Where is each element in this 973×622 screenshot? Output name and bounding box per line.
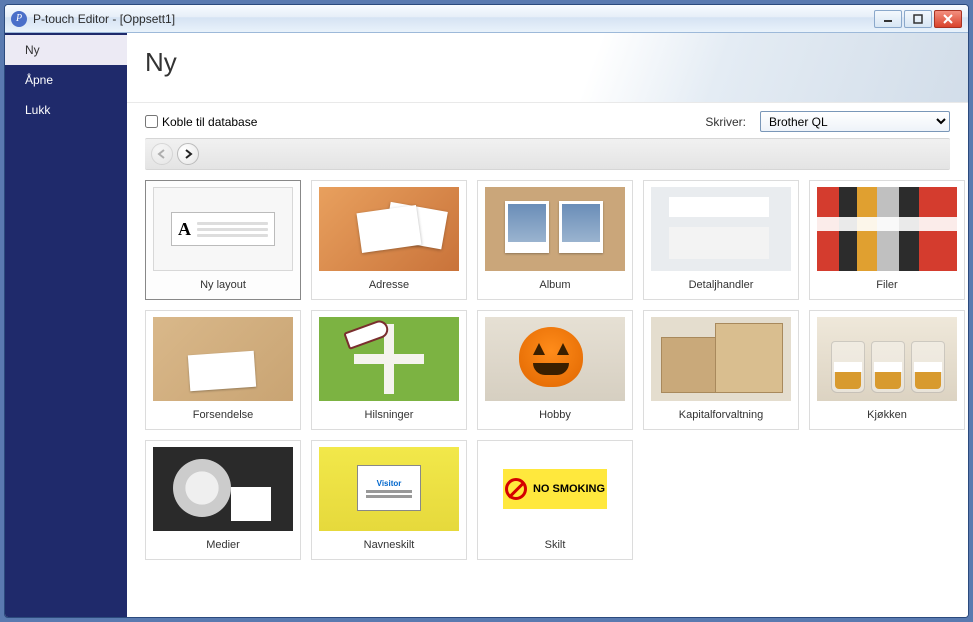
template-tile-hobby[interactable]: Hobby bbox=[477, 310, 633, 430]
template-tile-filer[interactable]: Filer bbox=[809, 180, 965, 300]
template-tile-medier[interactable]: Medier bbox=[145, 440, 301, 560]
maximize-button[interactable] bbox=[904, 10, 932, 28]
no-smoking-icon bbox=[505, 478, 527, 500]
window-title: P-touch Editor - [Oppsett1] bbox=[33, 12, 175, 26]
template-label: Forsendelse bbox=[193, 409, 254, 421]
template-label: Album bbox=[539, 279, 570, 291]
page-title: Ny bbox=[145, 47, 944, 78]
template-label: Hilsninger bbox=[365, 409, 414, 421]
header-band: Ny bbox=[127, 33, 968, 103]
template-grid-scroll[interactable]: A Ny layout Adresse bbox=[127, 180, 968, 617]
nav-forward-button[interactable] bbox=[177, 143, 199, 165]
template-tile-adresse[interactable]: Adresse bbox=[311, 180, 467, 300]
template-label: Skilt bbox=[545, 539, 566, 551]
close-button[interactable] bbox=[934, 10, 962, 28]
template-grid: A Ny layout Adresse bbox=[145, 180, 950, 560]
template-thumb bbox=[651, 187, 791, 271]
main-panel: Ny Koble til database Skriver: Brother Q… bbox=[127, 33, 968, 617]
sidebar-item-new[interactable]: Ny bbox=[5, 35, 127, 65]
controls-row: Koble til database Skriver: Brother QL bbox=[127, 103, 968, 138]
template-label: Navneskilt bbox=[364, 539, 415, 551]
app-icon: P bbox=[11, 11, 27, 27]
template-thumb bbox=[817, 317, 957, 401]
template-label: Filer bbox=[876, 279, 897, 291]
printer-select[interactable]: Brother QL bbox=[760, 111, 950, 132]
template-tile-new-layout[interactable]: A Ny layout bbox=[145, 180, 301, 300]
template-tile-kjokken[interactable]: Kjøkken bbox=[809, 310, 965, 430]
template-tile-forsendelse[interactable]: Forsendelse bbox=[145, 310, 301, 430]
app-window: P P-touch Editor - [Oppsett1] Ny Åpne Lu… bbox=[4, 4, 969, 618]
template-thumb bbox=[651, 317, 791, 401]
sidebar-item-close[interactable]: Lukk bbox=[5, 95, 127, 125]
sidebar-item-label: Ny bbox=[25, 43, 40, 57]
template-label: Hobby bbox=[539, 409, 571, 421]
template-thumb bbox=[153, 447, 293, 531]
connect-database-input[interactable] bbox=[145, 115, 158, 128]
nav-back-button bbox=[151, 143, 173, 165]
template-label: Ny layout bbox=[200, 279, 246, 291]
template-thumb: NO SMOKING bbox=[485, 447, 625, 531]
titlebar: P P-touch Editor - [Oppsett1] bbox=[5, 5, 968, 33]
printer-label: Skriver: bbox=[705, 115, 746, 129]
minimize-button[interactable] bbox=[874, 10, 902, 28]
connect-database-checkbox[interactable]: Koble til database bbox=[145, 115, 257, 129]
template-thumb bbox=[817, 187, 957, 271]
template-label: Kjøkken bbox=[867, 409, 907, 421]
breadcrumb-nav bbox=[145, 138, 950, 170]
template-label: Kapitalforvaltning bbox=[679, 409, 763, 421]
sidebar: Ny Åpne Lukk bbox=[5, 33, 127, 617]
sidebar-item-open[interactable]: Åpne bbox=[5, 65, 127, 95]
template-thumb bbox=[485, 187, 625, 271]
template-tile-kapitalforvaltning[interactable]: Kapitalforvaltning bbox=[643, 310, 799, 430]
template-thumb bbox=[153, 317, 293, 401]
template-thumb bbox=[485, 317, 625, 401]
arrow-left-icon bbox=[157, 149, 167, 159]
template-thumb: A bbox=[153, 187, 293, 271]
window-controls bbox=[874, 10, 962, 28]
template-thumb bbox=[319, 317, 459, 401]
template-thumb bbox=[319, 187, 459, 271]
app-body: Ny Åpne Lukk Ny Koble til database Skriv… bbox=[5, 33, 968, 617]
sidebar-item-label: Lukk bbox=[25, 103, 50, 117]
connect-database-label: Koble til database bbox=[162, 115, 257, 129]
template-tile-skilt[interactable]: NO SMOKING Skilt bbox=[477, 440, 633, 560]
template-tile-detaljhandler[interactable]: Detaljhandler bbox=[643, 180, 799, 300]
template-label: Detaljhandler bbox=[689, 279, 754, 291]
template-thumb: Visitor bbox=[319, 447, 459, 531]
template-label: Medier bbox=[206, 539, 240, 551]
template-tile-hilsninger[interactable]: Hilsninger bbox=[311, 310, 467, 430]
sidebar-item-label: Åpne bbox=[25, 73, 53, 87]
template-tile-album[interactable]: Album bbox=[477, 180, 633, 300]
arrow-right-icon bbox=[183, 149, 193, 159]
template-label: Adresse bbox=[369, 279, 409, 291]
template-tile-navneskilt[interactable]: Visitor Navneskilt bbox=[311, 440, 467, 560]
